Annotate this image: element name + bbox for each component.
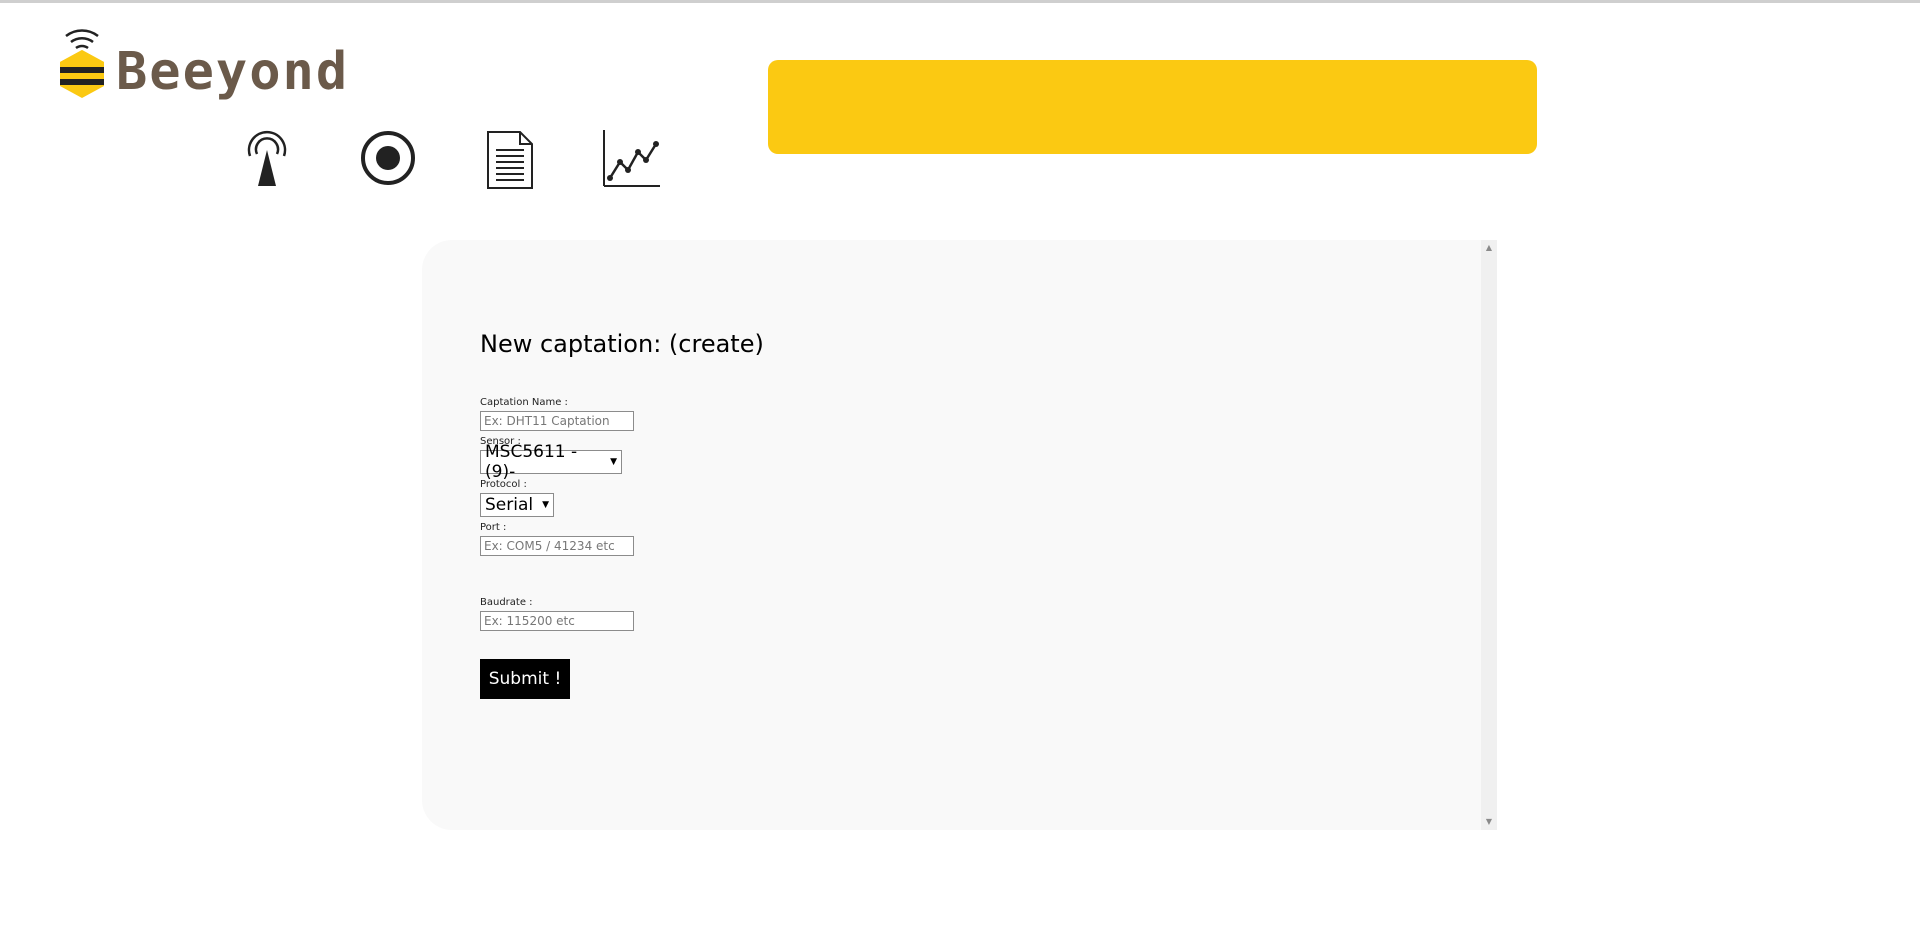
nav-chart[interactable]: [600, 126, 662, 192]
sensor-selected-value: MSC5611 -(9)-: [485, 442, 578, 482]
scroll-up-icon[interactable]: ▲: [1481, 240, 1497, 256]
target-icon: [361, 131, 415, 185]
scroll-down-icon[interactable]: ▼: [1481, 814, 1497, 830]
protocol-selected-value: Serial: [485, 495, 534, 515]
form-panel: New captation: (create) Captation Name :…: [422, 240, 1497, 830]
nav-target[interactable]: [358, 126, 420, 192]
baudrate-label: Baudrate :: [480, 597, 533, 608]
baudrate-input[interactable]: [480, 611, 634, 631]
port-label: Port :: [480, 522, 507, 533]
nav-document[interactable]: [480, 126, 542, 192]
brand-name: Beeyond: [116, 42, 350, 102]
protocol-select[interactable]: Serial ▼: [480, 493, 554, 517]
document-icon: [487, 131, 533, 189]
top-border: [0, 0, 1920, 3]
chevron-down-icon: ▼: [542, 500, 549, 510]
captation-name-label: Captation Name :: [480, 397, 568, 408]
header-banner: [768, 60, 1537, 154]
panel-scrollbar[interactable]: ▲ ▼: [1481, 240, 1497, 830]
bee-logo-icon: [60, 29, 104, 98]
submit-button[interactable]: Submit !: [480, 659, 570, 699]
sensor-select[interactable]: MSC5611 -(9)- ▼: [480, 442, 622, 482]
antenna-icon: [247, 130, 287, 186]
chevron-down-icon: ▼: [610, 457, 617, 467]
line-chart-icon: [603, 130, 660, 187]
form-title: New captation: (create): [480, 330, 764, 358]
logo[interactable]: Beeyond: [52, 24, 382, 104]
nav-antenna[interactable]: [236, 126, 298, 192]
port-input[interactable]: [480, 536, 634, 556]
protocol-label: Protocol :: [480, 479, 527, 490]
captation-name-input[interactable]: [480, 411, 634, 431]
